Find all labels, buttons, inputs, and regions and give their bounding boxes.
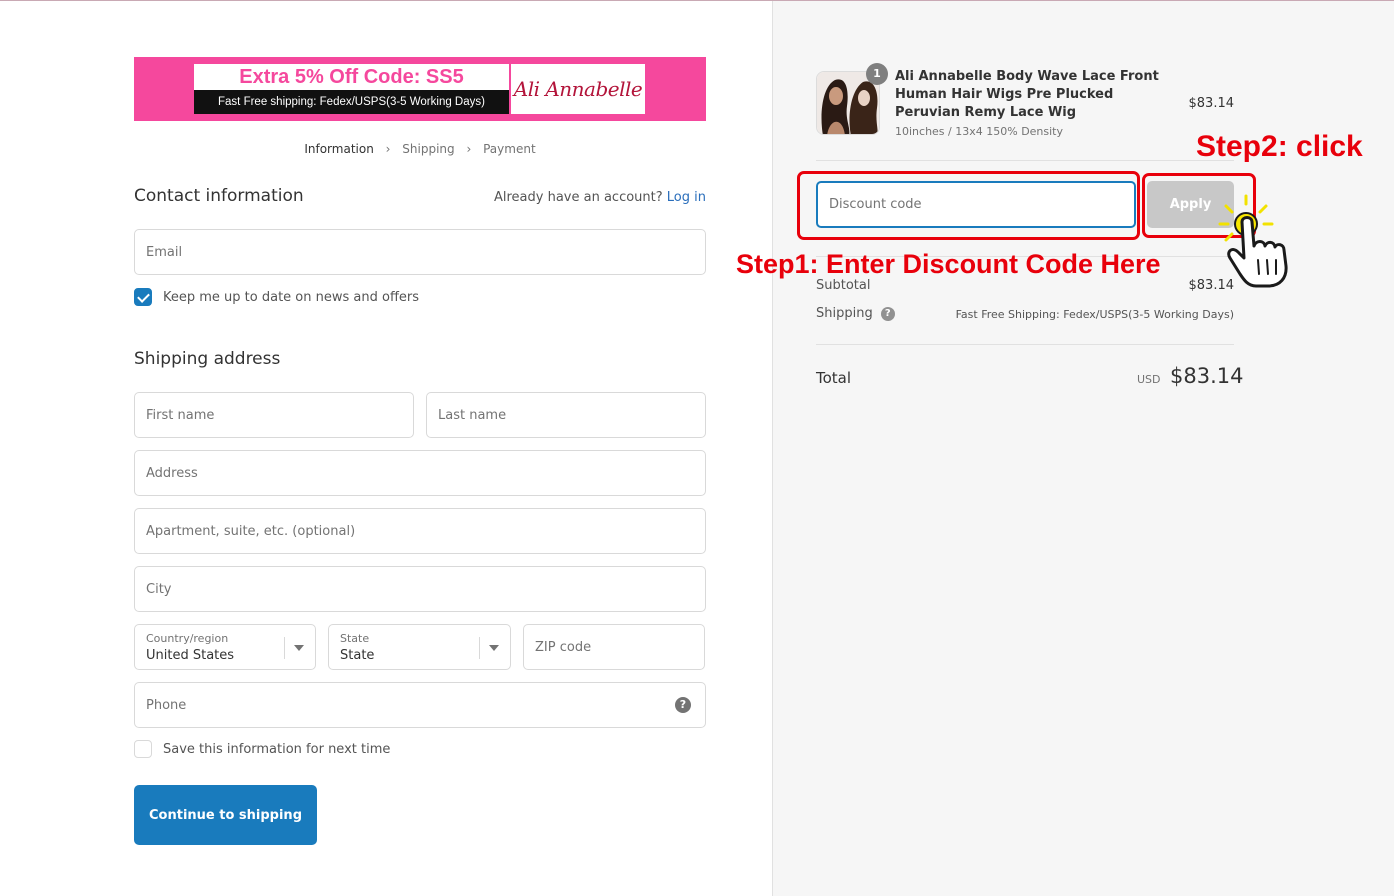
- shipping-section-title: Shipping address: [134, 349, 281, 369]
- save-info-checkbox[interactable]: [134, 740, 152, 758]
- login-prompt: Already have an account? Log in: [494, 190, 706, 205]
- total-currency: USD: [1137, 373, 1161, 386]
- product-variant: 10inches / 13x4 150% Density: [895, 125, 1064, 138]
- last-name-field[interactable]: [426, 392, 706, 438]
- continue-to-shipping-button[interactable]: Continue to shipping: [134, 785, 317, 845]
- marketing-label: Keep me up to date on news and offers: [163, 289, 420, 305]
- country-select[interactable]: Country/region United States: [134, 624, 316, 670]
- phone-input[interactable]: [135, 683, 705, 727]
- step1-annotation: Step1: Enter Discount Code Here: [736, 249, 1161, 279]
- chevron-down-icon: [489, 645, 499, 651]
- save-info-option[interactable]: Save this information for next time: [134, 740, 390, 758]
- first-name-field[interactable]: [134, 392, 414, 438]
- summary-divider: [816, 160, 1234, 161]
- last-name-input[interactable]: [427, 393, 705, 437]
- breadcrumb-shipping[interactable]: Shipping: [402, 142, 454, 156]
- promo-banner[interactable]: Extra 5% Off Code: SS5 Fast Free shippin…: [134, 57, 706, 121]
- state-select[interactable]: State State: [328, 624, 511, 670]
- quantity-badge: 1: [866, 63, 888, 85]
- address-input[interactable]: [135, 451, 705, 495]
- total-amount: $83.14: [1170, 364, 1244, 388]
- chevron-down-icon: [294, 645, 304, 651]
- login-link[interactable]: Log in: [667, 190, 706, 205]
- address-field[interactable]: [134, 450, 706, 496]
- help-icon[interactable]: ?: [675, 697, 691, 713]
- breadcrumb-payment[interactable]: Payment: [483, 142, 536, 156]
- email-field[interactable]: [134, 229, 706, 275]
- product-name: Ali Annabelle Body Wave Lace Front Human…: [895, 69, 1159, 120]
- store-logo: Ali Annabelle: [511, 64, 645, 114]
- save-info-label: Save this information for next time: [163, 741, 391, 757]
- marketing-opt-in[interactable]: Keep me up to date on news and offers: [134, 288, 419, 306]
- state-value: State: [340, 648, 375, 663]
- contact-section-title: Contact information: [134, 186, 304, 206]
- apartment-field[interactable]: [134, 508, 706, 554]
- shipping-row: Shipping? Fast Free Shipping: Fedex/USPS…: [816, 306, 1234, 321]
- product-price: $83.14: [1188, 96, 1235, 111]
- breadcrumb: Information › Shipping › Payment: [134, 141, 706, 156]
- discount-highlight-box: [797, 171, 1140, 240]
- select-divider: [479, 637, 480, 659]
- help-icon[interactable]: ?: [880, 306, 895, 321]
- step2-annotation: Step2: click: [1196, 130, 1363, 163]
- phone-field[interactable]: ?: [134, 682, 706, 728]
- subtotal-row: Subtotal $83.14: [816, 278, 1234, 293]
- email-input[interactable]: [135, 230, 705, 274]
- zip-field[interactable]: [523, 624, 705, 670]
- zip-input[interactable]: [524, 625, 704, 669]
- country-value: United States: [146, 648, 235, 663]
- city-input[interactable]: [135, 567, 705, 611]
- chevron-right-icon: ›: [466, 141, 472, 156]
- marketing-checkbox[interactable]: [134, 288, 152, 306]
- account-prompt-text: Already have an account?: [493, 190, 663, 205]
- city-field[interactable]: [134, 566, 706, 612]
- shipping-value: Fast Free Shipping: Fedex/USPS(3-5 Worki…: [955, 308, 1234, 321]
- select-divider: [284, 637, 285, 659]
- subtotal-label: Subtotal: [816, 278, 871, 293]
- first-name-input[interactable]: [135, 393, 413, 437]
- banner-shipping-note: Fast Free shipping: Fedex/USPS(3-5 Worki…: [194, 90, 509, 114]
- breadcrumb-information: Information: [304, 141, 374, 156]
- total-label: Total: [816, 369, 852, 387]
- state-label: State: [340, 632, 370, 645]
- banner-headline: Extra 5% Off Code: SS5: [194, 64, 509, 90]
- shipping-label: Shipping: [816, 306, 873, 321]
- summary-divider: [816, 344, 1234, 345]
- chevron-right-icon: ›: [385, 141, 391, 156]
- apartment-input[interactable]: [135, 509, 705, 553]
- country-label: Country/region: [146, 632, 229, 645]
- hand-pointer-icon: [1218, 194, 1288, 288]
